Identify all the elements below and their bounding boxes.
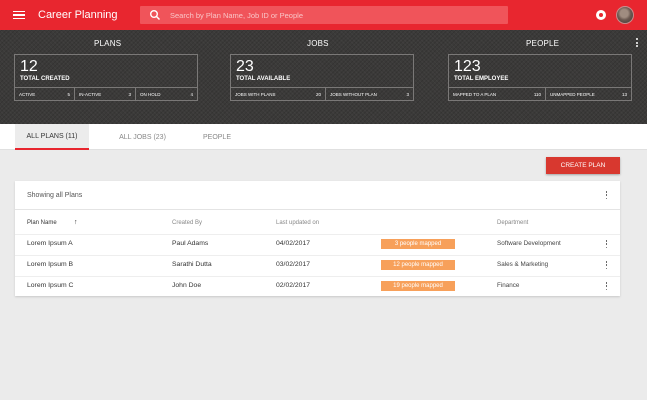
people-mapped-badge[interactable]: 12 people mapped [381, 260, 455, 270]
row-more-options-icon[interactable] [605, 261, 608, 270]
department-cell: Software Development [497, 240, 561, 247]
divider [15, 209, 620, 210]
table-row[interactable]: Lorem Ipsum B Sarathi Dutta 03/02/2017 1… [15, 255, 620, 275]
plans-total-value: 12 [20, 58, 38, 75]
plan-name-cell[interactable]: Lorem Ipsum A [27, 240, 73, 247]
people-unmapped-cell[interactable]: UNMAPPED PEOPLE 13 [546, 88, 631, 101]
hamburger-menu-icon[interactable] [13, 10, 25, 20]
people-mapped-value: 110 [533, 92, 541, 97]
created-by-cell: John Doe [172, 282, 202, 289]
search-icon [150, 10, 161, 21]
tab-bar: ALL PLANS (11) ALL JOBS (23) PEOPLE [0, 124, 647, 150]
row-more-options-icon[interactable] [605, 240, 608, 249]
jobs-with-plans-cell[interactable]: JOBS WITH PLANS 20 [231, 88, 326, 101]
plans-onhold-cell[interactable]: ON HOLD 4 [136, 88, 197, 101]
plans-table-card: Showing all Plans Plan Name ↑ Created By… [15, 181, 620, 296]
search-bar[interactable] [140, 6, 508, 24]
people-mapped-badge[interactable]: 3 people mapped [381, 239, 455, 249]
jobs-summary-card[interactable]: 23 TOTAL AVAILABLE JOBS WITH PLANS 20 JO… [230, 54, 414, 101]
plans-onhold-value: 4 [190, 92, 193, 97]
plans-breakdown: ACTIVE 5 IN-ACTIVE 3 ON HOLD 4 [15, 87, 197, 101]
jobs-breakdown: JOBS WITH PLANS 20 JOBS WITHOUT PLAN 3 [231, 87, 413, 101]
plans-inactive-cell[interactable]: IN-ACTIVE 3 [75, 88, 136, 101]
more-options-icon[interactable] [636, 38, 639, 47]
app-title: Career Planning [38, 9, 118, 21]
avatar[interactable] [616, 6, 634, 24]
tab-people[interactable]: PEOPLE [193, 124, 241, 150]
row-more-options-icon[interactable] [605, 282, 608, 291]
department-cell: Finance [497, 282, 520, 289]
people-unmapped-label: UNMAPPED PEOPLE [550, 92, 595, 97]
tab-all-jobs[interactable]: ALL JOBS (23) [110, 124, 175, 150]
table-row[interactable]: Lorem Ipsum C John Doe 02/02/2017 19 peo… [15, 276, 620, 296]
plans-active-cell[interactable]: ACTIVE 5 [15, 88, 75, 101]
col-header-created-by[interactable]: Created By [172, 220, 202, 226]
people-summary-card[interactable]: 123 TOTAL EMPLOYEE MAPPED TO A PLAN 110 … [448, 54, 632, 101]
plans-inactive-label: IN-ACTIVE [79, 92, 102, 97]
department-cell: Sales & Marketing [497, 261, 549, 268]
col-header-last-updated[interactable]: Last updated on [276, 220, 319, 226]
last-updated-cell: 03/02/2017 [276, 261, 311, 268]
people-mapped-cell[interactable]: MAPPED TO A PLAN 110 [449, 88, 546, 101]
tab-all-plans[interactable]: ALL PLANS (11) [15, 124, 89, 150]
plans-active-label: ACTIVE [19, 92, 36, 97]
table-row[interactable]: Lorem Ipsum A Paul Adams 04/02/2017 3 pe… [15, 234, 620, 254]
last-updated-cell: 04/02/2017 [276, 240, 311, 247]
plans-active-value: 5 [67, 92, 70, 97]
people-mapped-label: MAPPED TO A PLAN [453, 92, 497, 97]
people-mapped-badge[interactable]: 19 people mapped [381, 281, 455, 291]
sort-arrow-icon[interactable]: ↑ [74, 219, 78, 226]
people-total-caption: TOTAL EMPLOYEE [454, 76, 509, 82]
record-icon[interactable] [596, 10, 606, 20]
created-by-cell: Paul Adams [172, 240, 209, 247]
plan-name-cell[interactable]: Lorem Ipsum B [27, 261, 73, 268]
people-breakdown: MAPPED TO A PLAN 110 UNMAPPED PEOPLE 13 [449, 87, 631, 101]
jobs-total-value: 23 [236, 58, 254, 75]
col-header-plan-name[interactable]: Plan Name [27, 220, 57, 226]
jobs-without-plan-cell[interactable]: JOBS WITHOUT PLAN 3 [326, 88, 413, 101]
search-input[interactable] [170, 10, 490, 20]
jobs-without-plan-label: JOBS WITHOUT PLAN [330, 92, 377, 97]
people-total-value: 123 [454, 58, 481, 75]
plans-onhold-label: ON HOLD [140, 92, 161, 97]
plan-name-cell[interactable]: Lorem Ipsum C [27, 282, 73, 289]
plans-inactive-value: 3 [128, 92, 131, 97]
jobs-with-plans-value: 20 [315, 92, 321, 97]
table-more-options-icon[interactable] [605, 191, 608, 200]
plans-table-title: Showing all Plans [27, 192, 83, 199]
app-bar: Career Planning [0, 0, 647, 30]
jobs-without-plan-value: 3 [406, 92, 409, 97]
col-header-department[interactable]: Department [497, 220, 528, 226]
people-unmapped-value: 13 [621, 92, 627, 97]
plans-heading: PLANS [94, 39, 122, 48]
created-by-cell: Sarathi Dutta [172, 261, 212, 268]
last-updated-cell: 02/02/2017 [276, 282, 311, 289]
plans-summary-card[interactable]: 12 TOTAL CREATED ACTIVE 5 IN-ACTIVE 3 ON… [14, 54, 198, 101]
people-heading: PEOPLE [526, 39, 560, 48]
create-plan-button[interactable]: CREATE PLAN [546, 157, 620, 174]
plans-total-caption: TOTAL CREATED [20, 76, 70, 82]
jobs-heading: JOBS [307, 39, 329, 48]
jobs-with-plans-label: JOBS WITH PLANS [235, 92, 276, 97]
stats-panel: PLANS JOBS PEOPLE 12 TOTAL CREATED ACTIV… [0, 30, 647, 124]
jobs-total-caption: TOTAL AVAILABLE [236, 76, 291, 82]
